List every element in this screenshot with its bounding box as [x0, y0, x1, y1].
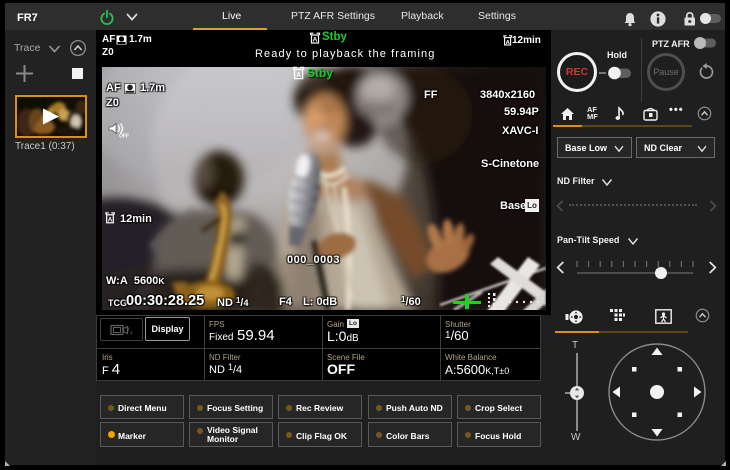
svg-text:OFF: OFF	[119, 134, 129, 139]
svg-text:A: A	[313, 37, 318, 44]
svg-text:A: A	[296, 72, 301, 79]
svg-text:A: A	[108, 218, 113, 224]
svg-text:x: x	[130, 331, 133, 337]
